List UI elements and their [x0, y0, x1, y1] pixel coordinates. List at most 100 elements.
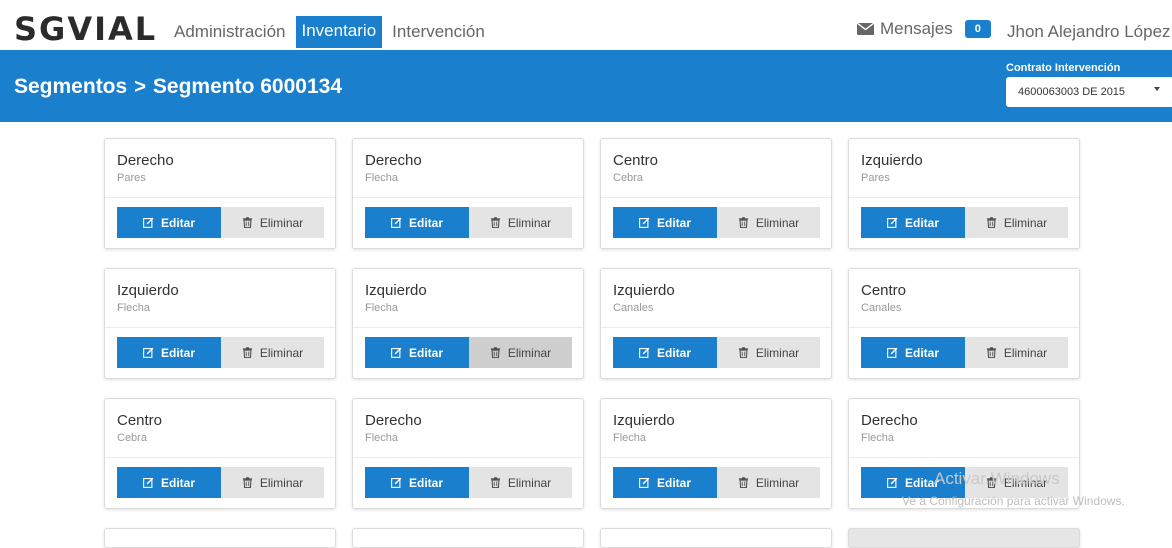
delete-button[interactable]: Eliminar: [965, 207, 1068, 238]
segment-card: Derecho Flecha Editar Eliminar: [352, 398, 584, 509]
segment-card: Centro Cebra Editar Eliminar: [600, 138, 832, 249]
card-divider: [849, 197, 1079, 198]
edit-button-label: Editar: [160, 345, 195, 360]
trash-icon: [738, 477, 748, 488]
card-subtitle: Cebra: [117, 432, 147, 444]
card-title: Centro: [861, 282, 907, 299]
card-subtitle: Pares: [861, 172, 890, 184]
edit-button[interactable]: Editar: [861, 337, 965, 368]
delete-button[interactable]: Eliminar: [717, 467, 820, 498]
card-subtitle: Pares: [117, 172, 146, 184]
user-name: Jhon Alejandro López: [1007, 22, 1171, 41]
card-title: Izquierdo: [613, 412, 675, 429]
contract-select[interactable]: 4600063003 DE 2015: [1006, 77, 1172, 107]
nav-tab-intervencion[interactable]: Intervención: [388, 17, 489, 47]
messages-label: Mensajes: [880, 19, 953, 38]
delete-button[interactable]: Eliminar: [221, 467, 324, 498]
card-divider: [601, 457, 831, 458]
user-menu[interactable]: Jhon Alejandro López: [1007, 22, 1172, 42]
delete-button[interactable]: Eliminar: [469, 467, 572, 498]
delete-button[interactable]: Eliminar: [469, 207, 572, 238]
segment-card-partial: [104, 528, 336, 548]
card-title: Derecho: [365, 412, 422, 429]
card-title: Izquierdo: [613, 282, 675, 299]
edit-icon: [887, 217, 898, 228]
delete-button-label: Eliminar: [259, 215, 304, 230]
edit-button[interactable]: Editar: [117, 337, 221, 368]
card-title: Izquierdo: [117, 282, 179, 299]
edit-icon: [143, 477, 154, 488]
edit-button-label: Editar: [408, 345, 443, 360]
card-divider: [353, 197, 583, 198]
nav-tab-administracion[interactable]: Administración: [170, 17, 290, 47]
card-title: Izquierdo: [365, 282, 427, 299]
delete-button[interactable]: Eliminar: [717, 337, 820, 368]
edit-button[interactable]: Editar: [117, 467, 221, 498]
edit-icon: [391, 217, 402, 228]
segment-card: Izquierdo Flecha Editar Eliminar: [352, 268, 584, 379]
card-divider: [601, 197, 831, 198]
windows-activation-watermark: Ve a Configuración para activar Windows.: [902, 494, 1125, 508]
segment-card: Izquierdo Pares Editar Eliminar: [848, 138, 1080, 249]
edit-button[interactable]: Editar: [613, 467, 717, 498]
delete-button-label: Eliminar: [755, 475, 800, 490]
contract-selected-value: 4600063003 DE 2015: [1018, 86, 1126, 98]
trash-icon: [242, 217, 252, 228]
segment-card-partial: [600, 528, 832, 548]
windows-activation-title: Activar Windows: [934, 469, 1060, 488]
edit-button[interactable]: Editar: [861, 207, 965, 238]
edit-button[interactable]: Editar: [365, 337, 469, 368]
card-title: Izquierdo: [861, 152, 923, 169]
card-subtitle: Canales: [861, 302, 902, 314]
trash-icon: [738, 217, 748, 228]
edit-button-label: Editar: [160, 215, 195, 230]
segment-card: Centro Canales Editar Eliminar: [848, 268, 1080, 379]
delete-button-label: Eliminar: [507, 215, 552, 230]
edit-icon: [639, 347, 650, 358]
delete-button[interactable]: Eliminar: [221, 207, 324, 238]
delete-button[interactable]: Eliminar: [717, 207, 820, 238]
edit-button-label: Editar: [904, 345, 939, 360]
edit-button-label: Editar: [160, 475, 195, 490]
delete-button[interactable]: Eliminar: [469, 337, 572, 368]
card-divider: [105, 457, 335, 458]
nav-tab-inventario[interactable]: Inventario: [295, 16, 383, 48]
edit-button[interactable]: Editar: [365, 467, 469, 498]
edit-button-label: Editar: [656, 475, 691, 490]
trash-icon: [242, 347, 252, 358]
edit-button[interactable]: Editar: [117, 207, 221, 238]
edit-icon: [143, 217, 154, 228]
breadcrumb: Segmentos > Segmento 6000134: [14, 75, 342, 99]
card-subtitle: Flecha: [365, 432, 399, 444]
breadcrumb-separator: >: [134, 75, 146, 98]
brand-logo[interactable]: SGVIAL: [14, 9, 157, 49]
segment-card: Derecho Pares Editar Eliminar: [104, 138, 336, 249]
card-divider: [849, 457, 1079, 458]
messages-link[interactable]: Mensajes 0: [857, 19, 991, 39]
page-header: Segmentos > Segmento 6000134: [0, 50, 1172, 122]
trash-icon: [986, 347, 996, 358]
segment-card: Izquierdo Flecha Editar Eliminar: [104, 268, 336, 379]
segment-card: Centro Cebra Editar Eliminar: [104, 398, 336, 509]
card-subtitle: Flecha: [117, 302, 151, 314]
edit-button[interactable]: Editar: [613, 207, 717, 238]
card-title: Derecho: [861, 412, 918, 429]
breadcrumb-parent-link[interactable]: Segmentos: [14, 75, 127, 99]
card-divider: [601, 327, 831, 328]
delete-button[interactable]: Eliminar: [965, 337, 1068, 368]
card-title: Derecho: [365, 152, 422, 169]
edit-icon: [143, 347, 154, 358]
card-divider: [353, 457, 583, 458]
edit-icon: [639, 477, 650, 488]
edit-button[interactable]: Editar: [613, 337, 717, 368]
card-subtitle: Flecha: [613, 432, 647, 444]
card-divider: [353, 327, 583, 328]
edit-icon: [391, 347, 402, 358]
segment-card-partial: [352, 528, 584, 548]
top-navbar: SGVIAL Administración Inventario Interve…: [0, 0, 1172, 50]
edit-button[interactable]: Editar: [365, 207, 469, 238]
edit-button-label: Editar: [656, 215, 691, 230]
contract-label: Contrato Intervención: [1006, 62, 1121, 74]
delete-button[interactable]: Eliminar: [221, 337, 324, 368]
delete-button-label: Eliminar: [755, 215, 800, 230]
